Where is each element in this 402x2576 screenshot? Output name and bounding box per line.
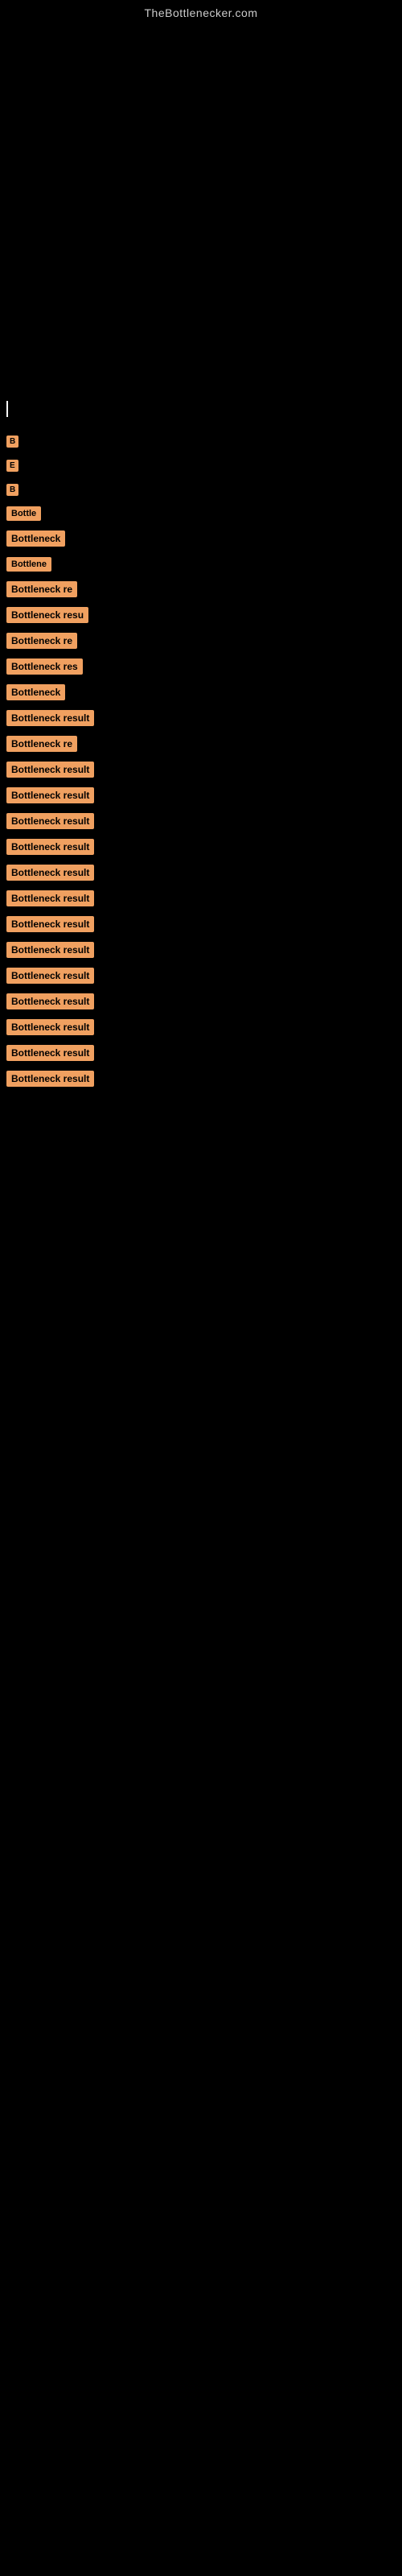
bottleneck-item[interactable]: Bottlene: [0, 551, 402, 576]
bottleneck-label: Bottleneck resu: [6, 607, 88, 623]
bottleneck-label: Bottleneck result: [6, 942, 94, 958]
bottleneck-label: Bottleneck re: [6, 633, 77, 649]
bottleneck-item[interactable]: Bottleneck res: [0, 654, 402, 679]
bottleneck-label: Bottleneck result: [6, 968, 94, 984]
bottleneck-item[interactable]: B: [0, 477, 402, 501]
bottleneck-item[interactable]: Bottleneck re: [0, 576, 402, 602]
bottleneck-items-container: BEB Bottle Bottleneck Bottlene Bottleneck re…: [0, 420, 402, 1092]
bottleneck-item[interactable]: Bottleneck: [0, 679, 402, 705]
bottleneck-label: Bottleneck: [6, 530, 65, 547]
bottleneck-item[interactable]: Bottleneck result: [0, 911, 402, 937]
site-title: TheBottlenecker.com: [0, 0, 402, 19]
bottleneck-item[interactable]: Bottleneck re: [0, 731, 402, 757]
cursor-indicator: [6, 401, 8, 417]
main-content-area: [0, 19, 402, 398]
bottleneck-label: Bottleneck result: [6, 1071, 94, 1087]
bottleneck-item[interactable]: Bottleneck resu: [0, 602, 402, 628]
bottleneck-item[interactable]: Bottleneck result: [0, 963, 402, 989]
bottleneck-label: Bottleneck result: [6, 787, 94, 803]
bottleneck-label: Bottleneck re: [6, 581, 77, 597]
bottleneck-item[interactable]: Bottleneck result: [0, 834, 402, 860]
bottleneck-item[interactable]: B: [0, 428, 402, 452]
bottleneck-item[interactable]: Bottleneck result: [0, 808, 402, 834]
bottleneck-label: Bottleneck result: [6, 890, 94, 906]
bottleneck-label: Bottleneck result: [6, 916, 94, 932]
bottleneck-label: Bottleneck result: [6, 1019, 94, 1035]
bottleneck-label: Bottleneck result: [6, 813, 94, 829]
bottleneck-item[interactable]: E: [0, 452, 402, 477]
bottleneck-label: Bottleneck: [6, 684, 65, 700]
bottleneck-label: Bottleneck res: [6, 658, 83, 675]
bottleneck-label: E: [6, 460, 18, 472]
bottleneck-label: Bottleneck result: [6, 710, 94, 726]
bottleneck-item[interactable]: Bottleneck result: [0, 757, 402, 782]
bottleneck-label: B: [6, 436, 18, 448]
bottleneck-item[interactable]: Bottle: [0, 501, 402, 526]
bottleneck-item[interactable]: Bottleneck re: [0, 628, 402, 654]
bottleneck-item[interactable]: Bottleneck result: [0, 705, 402, 731]
bottleneck-item[interactable]: Bottleneck result: [0, 1040, 402, 1066]
bottleneck-item[interactable]: Bottleneck result: [0, 937, 402, 963]
bottleneck-label: Bottleneck result: [6, 865, 94, 881]
bottleneck-item[interactable]: Bottleneck result: [0, 989, 402, 1014]
bottleneck-item[interactable]: Bottleneck: [0, 526, 402, 551]
bottleneck-label: Bottleneck result: [6, 993, 94, 1009]
bottleneck-item[interactable]: Bottleneck result: [0, 860, 402, 886]
bottleneck-item[interactable]: Bottleneck result: [0, 782, 402, 808]
bottleneck-label: Bottleneck result: [6, 762, 94, 778]
bottleneck-label: Bottleneck result: [6, 1045, 94, 1061]
bottleneck-item[interactable]: Bottleneck result: [0, 1014, 402, 1040]
bottleneck-label: Bottleneck result: [6, 839, 94, 855]
bottleneck-item[interactable]: Bottleneck result: [0, 886, 402, 911]
bottleneck-label: Bottlene: [6, 557, 51, 572]
bottleneck-label: Bottle: [6, 506, 41, 521]
bottleneck-label: B: [6, 484, 18, 496]
bottleneck-item[interactable]: Bottleneck result: [0, 1066, 402, 1092]
bottleneck-label: Bottleneck re: [6, 736, 77, 752]
